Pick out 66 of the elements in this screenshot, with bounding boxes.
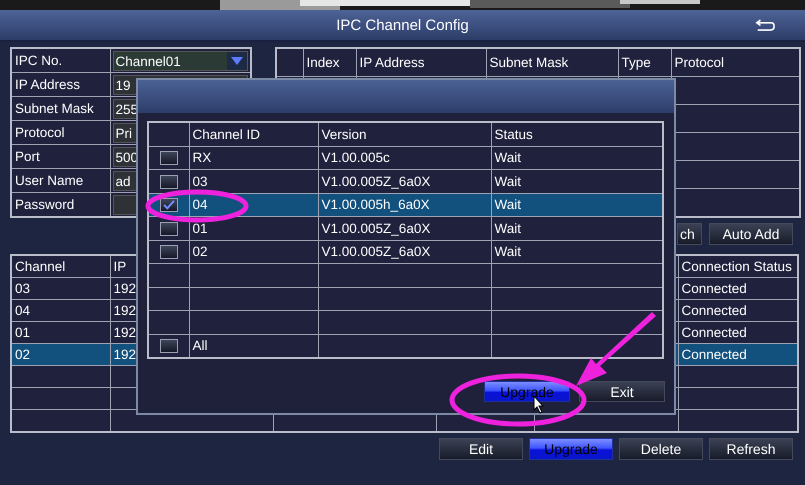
table-cell: V1.00.005Z_6a0X (322, 244, 430, 260)
column-header: IP Address (360, 55, 425, 70)
table-cell: V1.00.005Z_6a0X (322, 174, 430, 189)
auto-add-button[interactable]: Auto Add (709, 223, 793, 245)
table-cell: 01 (15, 325, 30, 340)
table-cell: V1.00.005c (322, 150, 390, 166)
table-cell: 02 (192, 244, 208, 260)
table-cell: 192 (114, 303, 136, 318)
exit-button[interactable]: Exit (579, 381, 665, 402)
channel-dropdown[interactable]: Channel01 (112, 50, 248, 70)
table-cell: Wait (494, 150, 521, 166)
table-cell: Wait (494, 244, 521, 260)
column-header: Status (494, 126, 533, 142)
column-header: Connection Status (682, 259, 792, 274)
column-header: Type (622, 55, 651, 70)
table-cell: Connected (682, 303, 747, 318)
table-cell: 01 (192, 220, 208, 236)
table-row[interactable]: 04 V1.00.005h_6a0X Wait (148, 193, 663, 216)
column-header: Subnet Mask (490, 55, 568, 70)
column-header: Version (322, 126, 367, 142)
table-cell: 04 (15, 303, 30, 318)
table-cell: 02 (15, 347, 30, 362)
field-label: Port (15, 149, 40, 164)
table-cell: Wait (494, 197, 521, 212)
column-header: IP (114, 259, 126, 274)
table-cell: 192 (114, 347, 136, 362)
table-cell: Connected (682, 281, 747, 296)
table-cell: Wait (494, 220, 521, 236)
table-row[interactable]: 02 V1.00.005Z_6a0X Wait (148, 240, 663, 264)
back-arrow-icon[interactable] (755, 19, 775, 32)
table-cell: 03 (15, 281, 30, 296)
column-header: Channel ID (192, 126, 260, 142)
table-cell: 192 (114, 325, 136, 340)
checkbox[interactable] (160, 245, 178, 260)
field-label: Password (15, 197, 74, 212)
action-button[interactable]: Delete (619, 438, 703, 460)
checkbox[interactable] (160, 339, 178, 354)
checkbox[interactable] (160, 222, 178, 236)
table-cell: 03 (192, 174, 208, 189)
action-button[interactable]: Refresh (709, 438, 793, 460)
dropdown-arrow-icon (231, 56, 243, 64)
table-row[interactable]: RX V1.00.005c Wait (148, 146, 663, 170)
table-row[interactable]: 03 V1.00.005Z_6a0X Wait (148, 170, 663, 193)
table-cell: Connected (682, 325, 747, 340)
column-header: Index (306, 55, 340, 70)
checkbox[interactable] (160, 151, 178, 166)
table-cell: Wait (494, 174, 521, 189)
field-label: IP Address (15, 77, 80, 92)
column-header: Protocol (674, 55, 724, 70)
field-label: User Name (15, 173, 84, 188)
checkbox[interactable] (160, 174, 178, 189)
checkbox[interactable] (160, 198, 178, 212)
table-cell: 04 (192, 197, 208, 212)
table-cell: V1.00.005Z_6a0X (322, 220, 430, 236)
search-button[interactable]: ch (677, 223, 702, 245)
field-label: Protocol (15, 125, 65, 140)
table-cell: RX (192, 150, 212, 166)
field-label: Subnet Mask (15, 101, 94, 116)
window-title: IPC Channel Config (336, 16, 469, 34)
action-button[interactable]: Edit (439, 438, 523, 460)
field-label: IPC No. (15, 53, 62, 68)
table-row[interactable]: 01 V1.00.005Z_6a0X Wait (148, 216, 663, 240)
table-cell: Connected (682, 347, 747, 362)
column-header: Channel (15, 259, 66, 274)
table-cell: 192 (114, 281, 136, 296)
table-cell: V1.00.005h_6a0X (322, 197, 430, 212)
